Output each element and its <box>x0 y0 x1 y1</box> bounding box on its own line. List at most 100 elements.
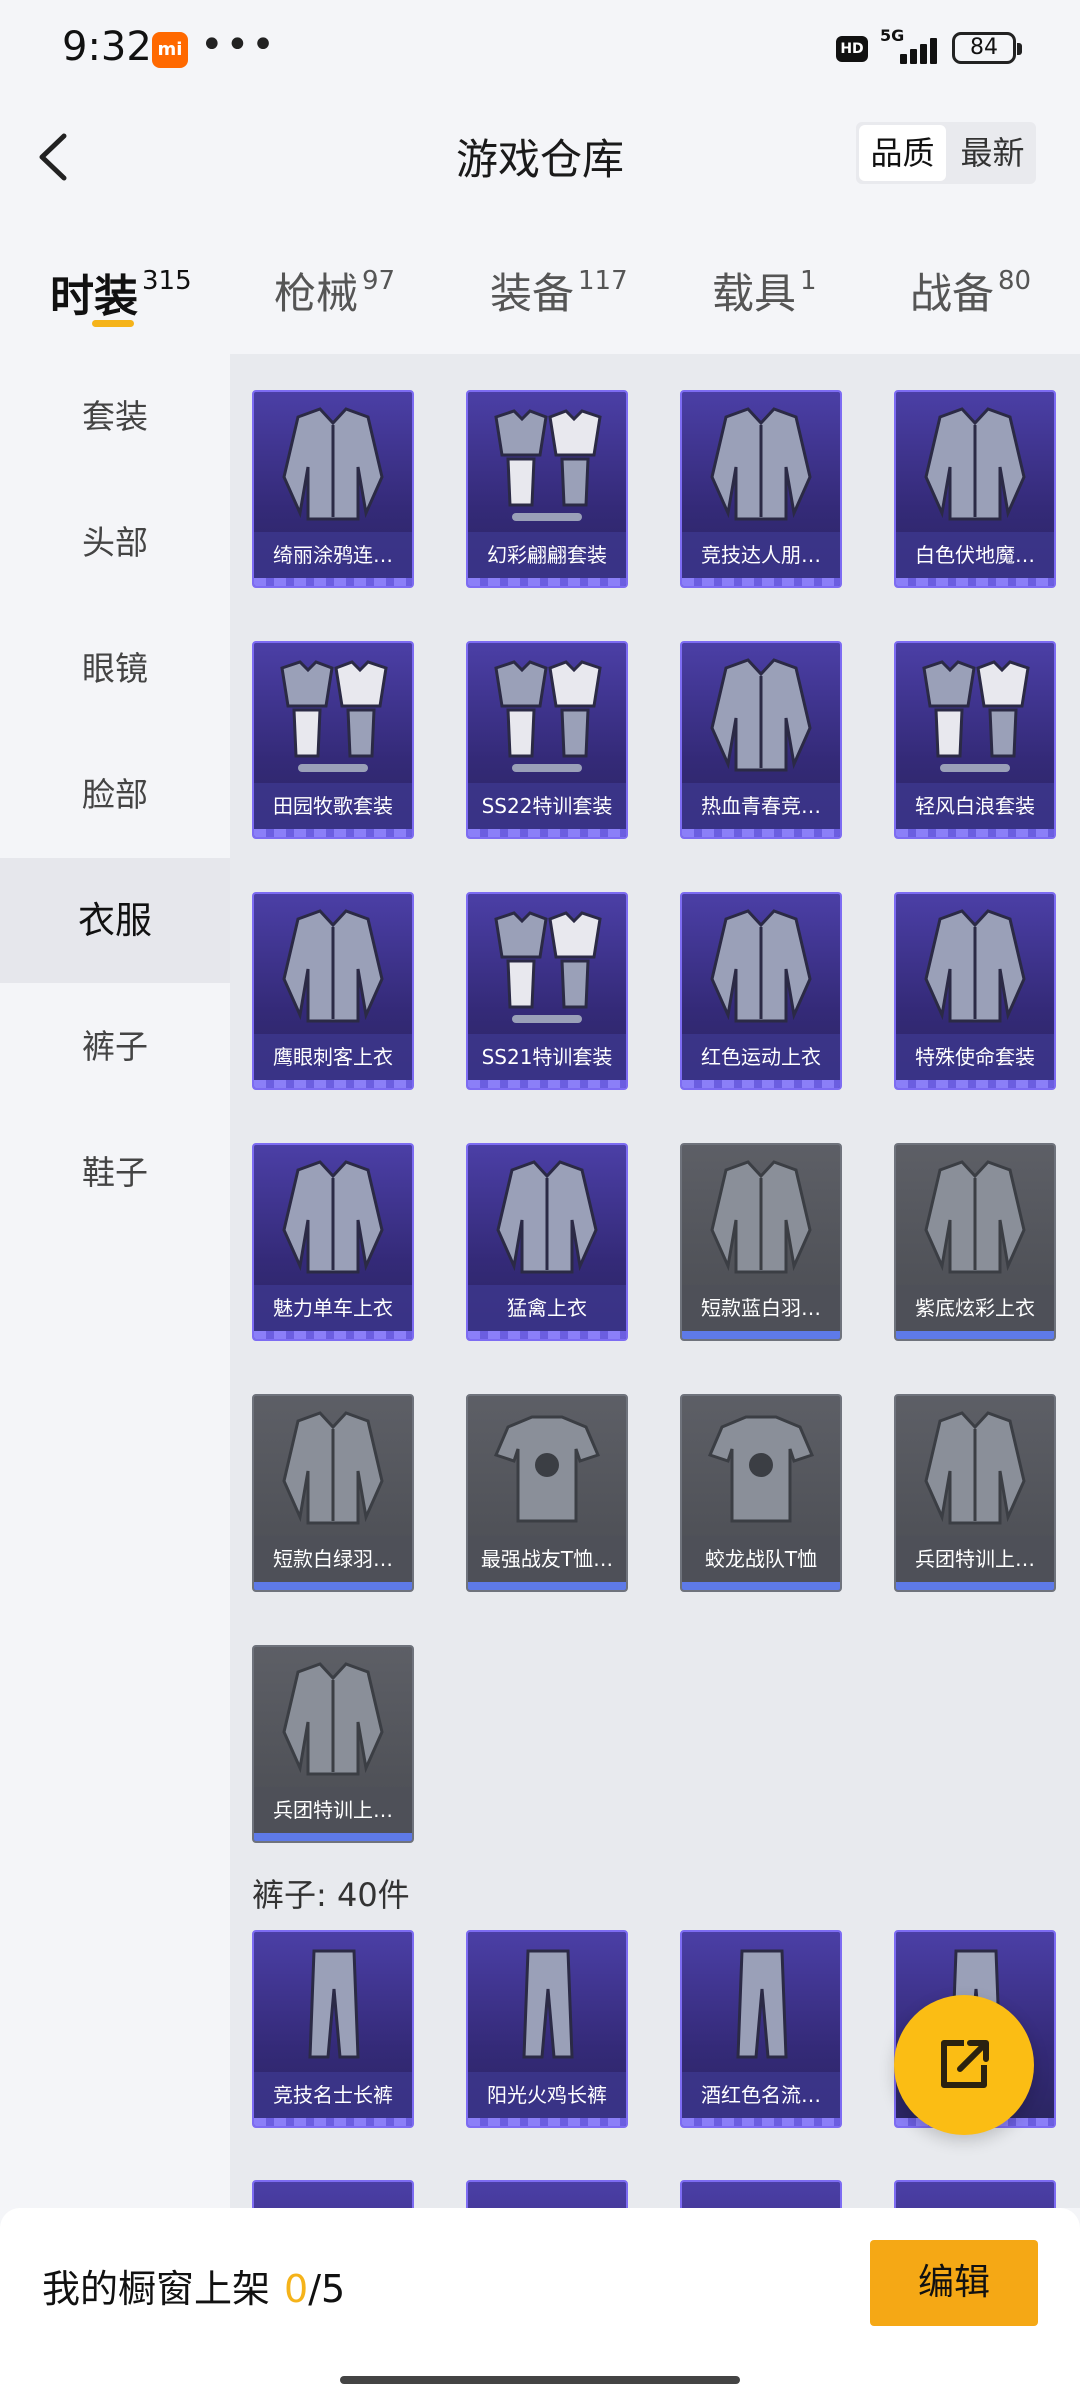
item-card[interactable]: 魅力单车上衣 <box>252 1143 414 1341</box>
rarity-stripe <box>896 578 1054 586</box>
item-card[interactable]: 酒红色名流… <box>680 1930 842 2128</box>
item-name: 猛禽上衣 <box>468 1285 626 1331</box>
item-card[interactable]: 特殊使命套装 <box>894 892 1056 1090</box>
item-card[interactable] <box>252 2180 414 2208</box>
jacket-icon <box>896 1396 1054 1542</box>
showcase-status: 我的橱窗上架 0/5 <box>42 2258 345 2313</box>
item-name: 紫底炫彩上衣 <box>896 1285 1054 1331</box>
status-time: 9:32 <box>62 24 152 70</box>
item-card[interactable]: 短款白绿羽… <box>252 1394 414 1592</box>
sport-jacket-icon <box>682 894 840 1040</box>
sidebar-item-face[interactable]: 脸部 <box>0 732 230 857</box>
item-card[interactable]: 兵团特训上… <box>894 1394 1056 1592</box>
sort-quality-option[interactable]: 品质 <box>859 125 946 181</box>
home-indicator[interactable] <box>340 2376 740 2384</box>
item-name: 红色运动上衣 <box>682 1034 840 1080</box>
item-name: SS22特训套装 <box>468 783 626 829</box>
tab-vehicles[interactable]: 载具 1 <box>712 260 817 330</box>
sidebar-item-glasses[interactable]: 眼镜 <box>0 606 230 731</box>
sort-newest-option[interactable]: 最新 <box>949 122 1036 184</box>
item-card[interactable]: 兵团特训上… <box>252 1645 414 1843</box>
item-card[interactable]: SS21特训套装 <box>466 892 628 1090</box>
leather-coat-icon <box>682 392 840 538</box>
rarity-stripe <box>682 1080 840 1088</box>
item-card[interactable]: 猛禽上衣 <box>466 1143 628 1341</box>
outfit-set-icon <box>468 392 626 538</box>
edit-button[interactable]: 编辑 <box>870 2240 1038 2326</box>
outfit-set-icon <box>254 643 412 789</box>
item-name: 阳光火鸡长裤 <box>468 2072 626 2118</box>
item-card[interactable]: 最强战友T恤… <box>466 1394 628 1592</box>
outfit-set-icon <box>896 643 1054 789</box>
cycling-top-icon <box>254 1145 412 1291</box>
item-card[interactable]: 绮丽涂鸦连… <box>252 390 414 588</box>
item-name: 兵团特训上… <box>254 1787 412 1833</box>
sidebar-item-shoes[interactable]: 鞋子 <box>0 1110 230 1235</box>
jacket-icon <box>254 1647 412 1793</box>
showcase-total-count: /5 <box>308 2267 346 2311</box>
item-name: 特殊使命套装 <box>896 1034 1054 1080</box>
rarity-stripe <box>254 829 412 837</box>
outfit-set-icon <box>468 894 626 1040</box>
pants-icon <box>254 1932 412 2078</box>
rarity-stripe <box>896 829 1054 837</box>
item-card[interactable]: SS22特训套装 <box>466 641 628 839</box>
item-grid: 绮丽涂鸦连… 幻彩翩翩套装 竞技达人朋… 白色伏地魔… 田园牧歌套装 SS22特… <box>230 354 1080 2208</box>
item-card[interactable]: 红色运动上衣 <box>680 892 842 1090</box>
subcategory-sidebar: 套装 头部 眼镜 脸部 衣服 裤子 鞋子 <box>0 354 230 2208</box>
tab-weapons[interactable]: 枪械 97 <box>274 260 395 330</box>
hoodie-icon <box>254 392 412 538</box>
tab-supplies[interactable]: 战备 80 <box>910 260 1031 330</box>
pants-icon <box>468 1932 626 2078</box>
sort-toggle: 品质 最新 <box>856 122 1036 184</box>
showcase-bar: 我的橱窗上架 0/5 编辑 <box>0 2208 1080 2400</box>
battery-icon: 84 <box>952 32 1022 64</box>
item-name: 热血青春竞… <box>682 783 840 829</box>
rarity-stripe <box>254 1080 412 1088</box>
sidebar-item-head[interactable]: 头部 <box>0 480 230 605</box>
pants-section-title: 裤子: 40件 <box>252 1876 410 1914</box>
sidebar-item-clothes[interactable]: 衣服 <box>0 858 230 983</box>
item-card[interactable]: 短款蓝白羽… <box>680 1143 842 1341</box>
item-card[interactable]: 热血青春竞… <box>680 641 842 839</box>
item-card[interactable]: 白色伏地魔… <box>894 390 1056 588</box>
item-card[interactable]: 轻风白浪套装 <box>894 641 1056 839</box>
item-name: SS21特训套装 <box>468 1034 626 1080</box>
sidebar-item-sets[interactable]: 套装 <box>0 354 230 479</box>
item-name: 蛟龙战队T恤 <box>682 1536 840 1582</box>
rarity-stripe <box>468 1080 626 1088</box>
sidebar-item-pants[interactable]: 裤子 <box>0 984 230 1109</box>
share-button[interactable] <box>894 1995 1034 2135</box>
rarity-stripe <box>682 2118 840 2126</box>
item-card[interactable]: 蛟龙战队T恤 <box>680 1394 842 1592</box>
rarity-stripe <box>682 1582 840 1590</box>
hooded-jacket-icon <box>254 894 412 1040</box>
item-card[interactable] <box>894 2180 1056 2208</box>
item-name: 田园牧歌套装 <box>254 783 412 829</box>
status-bar: 9:32 mi ••• HD 5G 84 <box>0 0 1080 100</box>
jacket-icon <box>896 1145 1054 1291</box>
tab-equipment[interactable]: 装备 117 <box>490 260 628 330</box>
jacket-icon <box>682 643 840 789</box>
item-name: 竞技达人朋… <box>682 532 840 578</box>
item-card[interactable]: 竞技达人朋… <box>680 390 842 588</box>
tshirt-icon <box>468 1396 626 1542</box>
rarity-stripe <box>468 829 626 837</box>
rarity-stripe <box>254 578 412 586</box>
item-card[interactable]: 鹰眼刺客上衣 <box>252 892 414 1090</box>
header: 游戏仓库 品质 最新 <box>0 100 1080 210</box>
item-card[interactable] <box>680 2180 842 2208</box>
mi-app-icon: mi <box>152 32 188 68</box>
item-card[interactable] <box>466 2180 628 2208</box>
item-card[interactable]: 田园牧歌套装 <box>252 641 414 839</box>
outfit-set-icon <box>468 643 626 789</box>
rarity-stripe <box>254 2118 412 2126</box>
item-card[interactable]: 竞技名士长裤 <box>252 1930 414 2128</box>
rarity-stripe <box>896 1080 1054 1088</box>
item-name: 白色伏地魔… <box>896 532 1054 578</box>
item-card[interactable]: 幻彩翩翩套装 <box>466 390 628 588</box>
pants-icon <box>682 1932 840 2078</box>
item-card[interactable]: 紫底炫彩上衣 <box>894 1143 1056 1341</box>
item-card[interactable]: 阳光火鸡长裤 <box>466 1930 628 2128</box>
item-name: 酒红色名流… <box>682 2072 840 2118</box>
